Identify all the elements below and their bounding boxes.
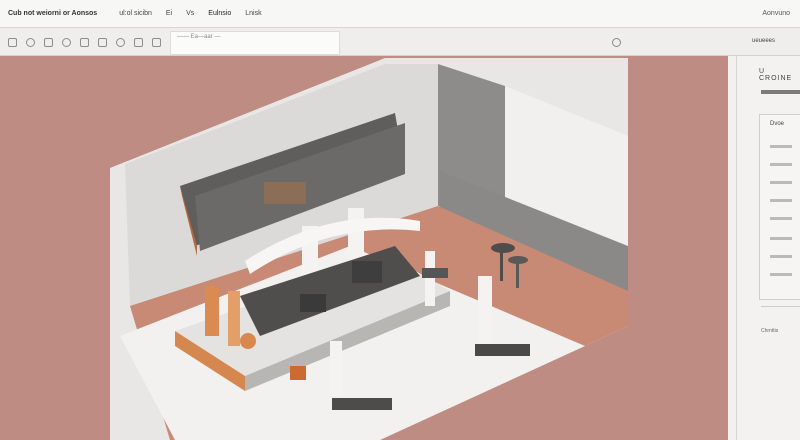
property-row[interactable] [770,273,792,276]
property-row[interactable] [770,163,792,166]
orbit-tool-icon[interactable] [62,38,71,47]
menu-item-render[interactable]: Eulnsio [208,10,231,17]
rotate-tool-icon[interactable] [26,38,35,47]
menu-item-view[interactable]: Vs [186,10,194,17]
app-title: Cub not weiorni or Aonsos [8,10,98,17]
panel-divider [761,306,800,307]
camera-tool-icon[interactable] [116,38,125,47]
path-field[interactable]: —— Ea—aar — [170,31,340,55]
panel-footer: Chrnttis [761,328,779,334]
view-cube-icon[interactable] [612,38,621,47]
panel-header: U CROINE [759,68,793,82]
panel-tab[interactable]: ueueees [752,38,775,44]
property-row[interactable] [770,199,792,202]
3d-viewport[interactable] [0,56,728,440]
scene-render [110,58,628,440]
menu-bar: Cub not weiorni or Aonsos ul:ol sicibn E… [0,0,800,28]
select-tool-icon[interactable] [8,38,17,47]
zoom-tool-icon[interactable] [80,38,89,47]
pan-tool-icon[interactable] [98,38,107,47]
property-row[interactable] [770,181,792,184]
property-group: Dvoe [759,114,800,300]
menu-item-help[interactable]: Lnisk [245,10,261,17]
property-row[interactable] [770,255,792,258]
property-row[interactable] [770,145,792,148]
menu-item-edit[interactable]: Ei [166,10,172,17]
move-tool-icon[interactable] [44,38,53,47]
toolbar [0,28,800,56]
menu-item-file[interactable]: ul:ol sicibn [119,10,152,17]
group-title: Dvoe [770,121,785,127]
panel-slider[interactable] [761,90,800,94]
property-row[interactable] [770,237,792,240]
snap-tool-icon[interactable] [152,38,161,47]
property-row[interactable] [770,217,792,220]
window-info: Aonvuno [762,10,790,17]
grid-tool-icon[interactable] [134,38,143,47]
properties-panel: U CROINE Dvoe Chrnttis [736,56,800,440]
